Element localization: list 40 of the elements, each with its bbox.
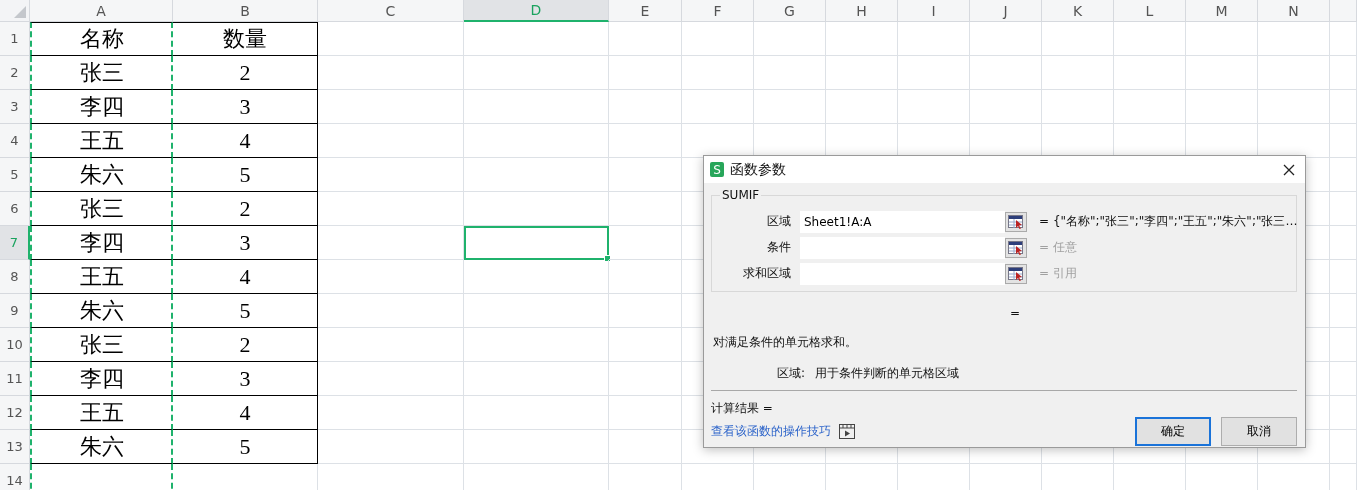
argument-result: = 引用 — [1038, 265, 1078, 282]
table-cell: 李四 — [30, 90, 173, 124]
app-icon: S — [710, 162, 724, 177]
help-text: 用于条件判断的单元格区域 — [815, 365, 960, 382]
table-cell: 朱六 — [30, 430, 173, 464]
argument-result: = 任意 — [1038, 239, 1078, 256]
table-cell: 王五 — [30, 124, 173, 158]
table-cell: 张三 — [30, 56, 173, 90]
formula-result: = — [1009, 306, 1021, 320]
argument-label: 条件 — [766, 239, 792, 256]
table-cell: 2 — [173, 328, 318, 362]
table-cell: 4 — [173, 124, 318, 158]
table-cell: 李四 — [30, 226, 173, 260]
argument-label: 求和区域 — [742, 265, 792, 282]
table-cell: 名称 — [30, 22, 173, 56]
table-cell: 3 — [173, 90, 318, 124]
table-cell: 朱六 — [30, 294, 173, 328]
table-cell: 2 — [173, 56, 318, 90]
table-cell: 王五 — [30, 396, 173, 430]
table-cell: 5 — [173, 430, 318, 464]
function-description: 对满足条件的单元格求和。 — [713, 334, 858, 351]
argument-result: = {"名称";"张三";"李四";"王五";"朱六";"张三… — [1038, 213, 1298, 230]
table-cell: 数量 — [173, 22, 318, 56]
table-cell: 王五 — [30, 260, 173, 294]
table-cell: 4 — [173, 260, 318, 294]
table-cell: 5 — [173, 294, 318, 328]
table-cell: 5 — [173, 158, 318, 192]
dialog-title: 函数参数 — [730, 160, 787, 179]
table-cell: 3 — [173, 362, 318, 396]
table-cell: 4 — [173, 396, 318, 430]
argument-label: 区域 — [766, 213, 792, 230]
table-cell: 李四 — [30, 362, 173, 396]
table-cell: 2 — [173, 192, 318, 226]
table-cell: 3 — [173, 226, 318, 260]
table-cell: 张三 — [30, 192, 173, 226]
table-cell: 朱六 — [30, 158, 173, 192]
help-label: 区域: — [777, 365, 806, 382]
table-cell: 张三 — [30, 328, 173, 362]
function-name: SUMIF — [720, 188, 762, 202]
calc-result: 计算结果 = — [711, 400, 774, 417]
